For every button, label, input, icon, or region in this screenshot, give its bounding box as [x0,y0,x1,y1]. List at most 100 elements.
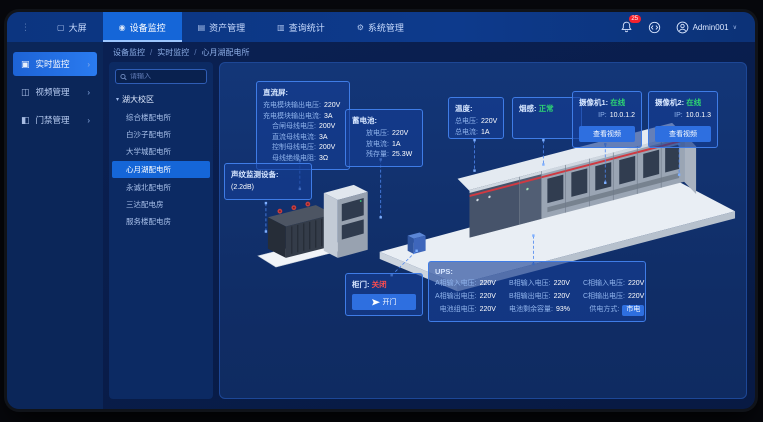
battery-panel: 蓄电池: 放电压:220V 放电流:1A 残存量:25.3W [345,109,423,167]
field-value: 200V [319,122,343,133]
camera2-panel: 摄像机2: 在线 IP:10.0.1.3 查看视频 [648,91,718,148]
content-area: ▣ 实时监控 › ◫ 视频管理 › ◧ 门禁管理 › 设备监控 / 实时监控 / [7,42,755,409]
tree-item-station-4-selected[interactable]: 心月湖配电所 [112,161,210,178]
monitor-icon: ◉ [119,23,126,32]
tree-root-node[interactable]: ▾ 湖大校区 [116,94,207,105]
screen-icon: ▢ [57,23,65,32]
field-label: 放电压: [352,129,389,140]
fullscreen-icon[interactable] [648,20,662,34]
field-value: 1A [392,140,416,151]
stats-icon: ▥ [277,23,285,32]
field-value: 220V [392,129,416,140]
panel-title: 蓄电池: [352,115,416,126]
status-badge: 在线 [686,98,701,107]
dc-screen-panel: 直流屏: 充电模块输出电压:220V 充电模块输出电流:3A 合闸母线电压:20… [256,81,350,170]
screenshot-stage: ⋮ ▢ 大屏 ◉ 设备监控 ▤ 资产管理 ▥ 查询统计 ⚙ 系统管理 25 [0,0,763,422]
field-label: 控制母线电压: [263,143,316,154]
ups-panel: UPS: A相输入电压:220V A相输出电压:220V 电池组电压:220V … [428,261,646,322]
tree-item-station-7[interactable]: 服务楼配电房 [115,213,207,230]
station-overview-panel: 直流屏: 充电模块输出电压:220V 充电模块输出电流:3A 合闸母线电压:20… [219,62,747,399]
breadcrumb-item[interactable]: 实时监控 [157,47,189,58]
tab-system-management[interactable]: ⚙ 系统管理 [341,12,420,42]
user-menu[interactable]: Admin001 ∨ [676,21,737,34]
lower-area: ▾ 湖大校区 综合楼配电所 白沙子配电所 大学城配电所 心月湖配电所 永诚北配电… [103,62,755,409]
asset-icon: ▤ [198,23,206,32]
tab-asset-management[interactable]: ▤ 资产管理 [182,12,262,42]
tree-item-station-6[interactable]: 三达配电房 [115,196,207,213]
sidebar-item-label: 视频管理 [36,86,70,98]
panel-title: 摄像机2: 在线 [655,97,711,108]
tab-query-statistics[interactable]: ▥ 查询统计 [261,12,341,42]
open-door-button[interactable]: 开门 [352,294,416,310]
field-label: 总电流: [455,128,478,139]
tree-search-box[interactable] [115,69,207,84]
sidebar-item-label: 实时监控 [36,58,70,70]
notification-bell-icon[interactable]: 25 [620,20,634,34]
view-video-button[interactable]: 查看视频 [655,126,711,142]
panel-title: 烟感: 正常 [519,103,575,114]
right-zone: 设备监控 / 实时监控 / 心月湖配电所 ▾ 湖大校区 综合楼 [103,42,755,409]
top-nav-bar: ⋮ ▢ 大屏 ◉ 设备监控 ▤ 资产管理 ▥ 查询统计 ⚙ 系统管理 25 [7,12,755,42]
tab-label: 资产管理 [209,21,245,34]
sidebar-item-realtime-monitoring[interactable]: ▣ 实时监控 › [13,52,97,76]
sound-value: (2.2dB) [231,183,255,194]
sound-monitor-panel: 声纹监测设备: (2.2dB) [224,163,312,200]
chevron-down-icon: ∨ [733,24,737,31]
tab-label: 设备监控 [130,21,166,34]
field-value: 25.3W [392,150,416,161]
field-label: 直流母线电流: [263,133,316,144]
panel-title: 摄像机1: 在线 [579,97,635,108]
search-icon [120,73,127,81]
drag-handle-icon: ⋮ [7,22,41,33]
sidebar-item-access-control[interactable]: ◧ 门禁管理 › [13,108,97,132]
tab-device-monitoring[interactable]: ◉ 设备监控 [103,12,182,42]
field-label: 充电模块输出电流: [263,112,321,123]
sidebar-item-video-management[interactable]: ◫ 视频管理 › [13,80,97,104]
field-label: 放电流: [352,140,389,151]
status-badge: 在线 [610,98,625,107]
station-tree-panel: ▾ 湖大校区 综合楼配电所 白沙子配电所 大学城配电所 心月湖配电所 永诚北配电… [109,62,213,399]
panel-title: UPS: [435,267,639,276]
cabinet-door-panel: 柜门: 关闭 开门 [345,273,423,316]
field-label: 合闸母线电压: [263,122,316,133]
field-label: 残存量: [352,150,389,161]
tree-item-station-1[interactable]: 综合楼配电所 [115,109,207,126]
panel-title: 温度: [455,103,497,114]
avatar-icon [676,21,689,34]
send-icon [372,299,380,306]
left-sidebar: ▣ 实时监控 › ◫ 视频管理 › ◧ 门禁管理 › [7,42,103,409]
door-icon: ◧ [21,115,30,126]
field-label: IP: [655,111,683,122]
tree-item-station-3[interactable]: 大学城配电所 [115,143,207,160]
tree-expand-icon: ▾ [116,96,119,103]
username: Admin001 [693,23,729,32]
topbar-right-cluster: 25 Admin001 ∨ [620,12,755,42]
panel-title: 柜门: 关闭 [352,279,416,290]
breadcrumb: 设备监控 / 实时监控 / 心月湖配电所 [103,42,755,62]
realtime-monitor-icon: ▣ [21,59,30,70]
breadcrumb-separator: / [150,48,152,57]
ip-value: 10.0.1.3 [686,111,711,122]
ip-value: 10.0.1.2 [610,111,635,122]
breadcrumb-item: 心月湖配电所 [201,47,249,58]
breadcrumb-separator: / [194,48,196,57]
ups-column-c: C相输入电压:220V C相输出电压:220V 供电方式:市电 [583,279,644,316]
field-value: 220V [481,117,505,128]
temperature-panel: 温度: 总电压:220V 总电流:1A [448,97,504,139]
ups-column-a: A相输入电压:220V A相输出电压:220V 电池组电压:220V [435,279,496,316]
panel-title: 直流屏: [263,87,343,98]
app-window: ⋮ ▢ 大屏 ◉ 设备监控 ▤ 资产管理 ▥ 查询统计 ⚙ 系统管理 25 [7,12,755,409]
power-mode-badge: 市电 [622,305,644,316]
status-badge: 正常 [539,104,554,113]
field-value: 200V [319,143,343,154]
ups-column-b: B相输入电压:220V B相输出电压:220V 电池剩余容量:93% [509,279,570,316]
chevron-right-icon: › [87,116,90,125]
breadcrumb-item[interactable]: 设备监控 [113,47,145,58]
view-video-button[interactable]: 查看视频 [579,126,635,142]
tree-item-station-5[interactable]: 永诚北配电所 [115,179,207,196]
tab-dashboard[interactable]: ▢ 大屏 [41,12,103,42]
search-input[interactable] [130,73,202,80]
tree-root-label: 湖大校区 [122,94,154,105]
panel-title: 声纹监测设备: [231,169,305,180]
tree-item-station-2[interactable]: 白沙子配电所 [115,126,207,143]
